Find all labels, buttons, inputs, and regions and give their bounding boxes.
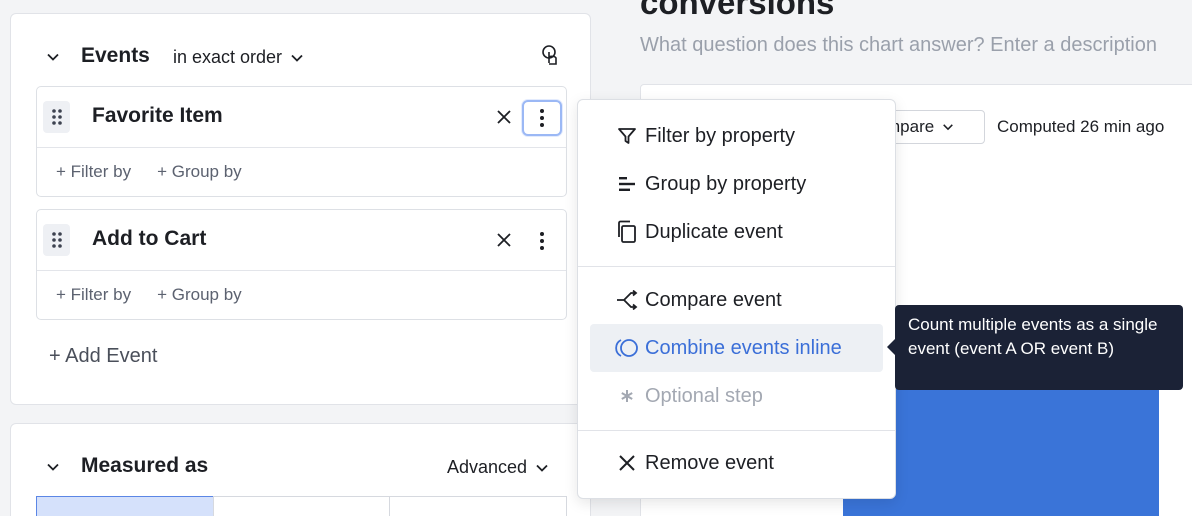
menu-item-remove-event[interactable]: Remove event bbox=[578, 439, 895, 487]
measure-type-segmented-control bbox=[36, 496, 568, 516]
drag-handle-icon[interactable] bbox=[43, 101, 70, 133]
chevron-down-icon bbox=[291, 54, 303, 62]
advanced-dropdown[interactable]: Advanced bbox=[447, 457, 549, 478]
close-icon bbox=[614, 450, 640, 476]
menu-item-duplicate-event[interactable]: Duplicate event bbox=[578, 208, 895, 256]
more-options-icon[interactable] bbox=[522, 100, 562, 136]
menu-divider bbox=[578, 266, 895, 267]
duplicate-icon bbox=[614, 219, 640, 245]
chart-title[interactable]: conversions bbox=[640, 0, 834, 22]
event-row-2: Add to Cart + Filter by + Group by bbox=[36, 209, 567, 320]
computed-timestamp: Computed 26 min ago bbox=[997, 117, 1165, 136]
advanced-label: Advanced bbox=[447, 457, 528, 477]
more-options-icon[interactable] bbox=[522, 223, 562, 259]
measure-option-3[interactable] bbox=[389, 496, 568, 516]
group-by-link[interactable]: + Group by bbox=[157, 285, 242, 305]
asterisk-icon bbox=[614, 383, 640, 409]
collapse-measured-chevron-icon[interactable] bbox=[46, 460, 60, 474]
event-header: Favorite Item bbox=[37, 87, 566, 148]
event-header: Add to Cart bbox=[37, 210, 566, 271]
compare-icon bbox=[614, 287, 640, 313]
measured-as-title: Measured as bbox=[81, 454, 209, 477]
menu-item-optional-step: Optional step bbox=[578, 372, 895, 420]
event-row-1: Favorite Item + Filter by + Group by bbox=[36, 86, 567, 197]
filter-icon bbox=[614, 123, 640, 149]
event-options-menu: Filter by property Group by property Dup… bbox=[577, 99, 896, 499]
group-by-link[interactable]: + Group by bbox=[157, 162, 242, 182]
menu-divider bbox=[578, 430, 895, 431]
drag-handle-icon[interactable] bbox=[43, 224, 70, 256]
event-name[interactable]: Favorite Item bbox=[92, 104, 223, 128]
measure-option-1[interactable] bbox=[36, 496, 213, 516]
event-name[interactable]: Add to Cart bbox=[92, 227, 206, 251]
menu-item-group-by-property[interactable]: Group by property bbox=[578, 160, 895, 208]
chevron-down-icon bbox=[943, 124, 954, 131]
chart-description-input[interactable]: What question does this chart answer? En… bbox=[640, 34, 1157, 57]
filter-by-link[interactable]: + Filter by bbox=[56, 285, 131, 305]
chevron-down-icon bbox=[536, 464, 548, 472]
measured-as-card: Measured as Advanced bbox=[10, 423, 591, 516]
add-event-button[interactable]: + Add Event bbox=[49, 345, 157, 368]
combine-icon bbox=[614, 335, 640, 361]
events-card: Events in exact order Favorite Item + Fi… bbox=[10, 13, 591, 405]
menu-item-compare-event[interactable]: Compare event bbox=[578, 276, 895, 324]
collapse-events-chevron-icon[interactable] bbox=[46, 50, 60, 64]
event-actions: + Filter by + Group by bbox=[56, 285, 242, 305]
event-actions: + Filter by + Group by bbox=[56, 162, 242, 182]
order-mode-dropdown[interactable]: in exact order bbox=[173, 47, 304, 68]
group-by-icon bbox=[614, 171, 640, 197]
remove-event-icon[interactable] bbox=[493, 229, 515, 251]
touch-gesture-icon[interactable] bbox=[538, 43, 564, 69]
events-section-title: Events bbox=[81, 44, 150, 67]
menu-item-filter-by-property[interactable]: Filter by property bbox=[578, 112, 895, 160]
remove-event-icon[interactable] bbox=[493, 106, 515, 128]
order-mode-label: in exact order bbox=[173, 47, 283, 67]
tooltip-text: Count multiple events as a single event … bbox=[908, 315, 1158, 358]
combine-events-tooltip: Count multiple events as a single event … bbox=[887, 305, 1183, 390]
menu-item-combine-events-inline[interactable]: Combine events inline bbox=[590, 324, 883, 372]
filter-by-link[interactable]: + Filter by bbox=[56, 162, 131, 182]
measure-option-2[interactable] bbox=[212, 496, 390, 516]
tooltip-arrow bbox=[887, 339, 895, 355]
